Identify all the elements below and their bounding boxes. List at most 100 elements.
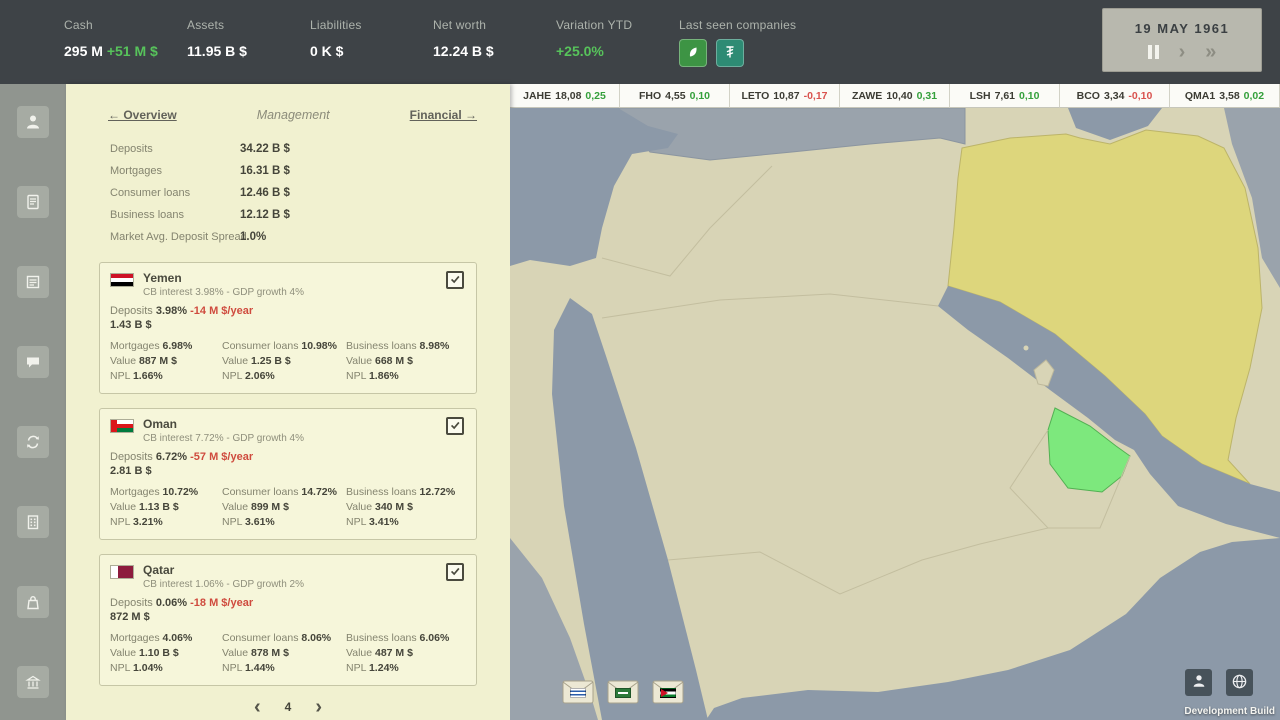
loan-rate: 10.98% [301, 340, 337, 352]
liabilities-value: 0 K $ [310, 43, 433, 59]
mail-jordan-button[interactable] [652, 680, 684, 704]
total-consumer-loans-value: 12.46 B $ [240, 187, 290, 199]
sidebar-item-central-bank[interactable] [17, 666, 49, 698]
sidebar-item-products[interactable] [17, 586, 49, 618]
dev-build-label: Development Build [1184, 706, 1275, 717]
deposit-change: -57 M $/year [190, 451, 253, 463]
deposits-label: Deposits [110, 451, 153, 463]
value-label: Value [222, 501, 248, 513]
business-loans-column: Business loans 8.98% Value 668 M $ NPL 1… [346, 339, 464, 384]
ticker-item-leto[interactable]: LETO 10,87 -0,17 [730, 84, 840, 108]
ticker-price: 7,61 [995, 90, 1015, 102]
total-consumer-loans-label: Consumer loans [110, 187, 240, 199]
deposit-total: 1.43 B $ [110, 319, 464, 331]
deposit-rate: 0.06% [156, 597, 187, 609]
loan-value: 887 M $ [139, 355, 177, 367]
fast-forward-button[interactable]: » [1205, 44, 1216, 60]
total-mortgages-label: Mortgages [110, 165, 240, 177]
value-label: Value [222, 647, 248, 659]
sidebar-item-transfers[interactable] [17, 426, 49, 458]
country-cb-line: CB interest 3.98% - GDP growth 4% [143, 287, 446, 298]
sidebar-item-reports[interactable] [17, 266, 49, 298]
check-icon [449, 565, 461, 580]
population-button[interactable] [1185, 669, 1212, 696]
loan-npl: 3.21% [133, 516, 163, 528]
qatar-flag-icon [110, 565, 134, 579]
deposit-rate: 3.98% [156, 305, 187, 317]
contract-icon [24, 193, 42, 211]
deposit-spread-value: 1.0% [240, 231, 266, 243]
company-leaf-icon [685, 44, 701, 63]
deposit-change: -14 M $/year [190, 305, 253, 317]
sidebar-item-contracts[interactable] [17, 186, 49, 218]
mail-israel-button[interactable] [562, 680, 594, 704]
sidebar-item-messages[interactable] [17, 346, 49, 378]
edit-country-button[interactable] [446, 563, 464, 581]
ticker-change: -0,17 [804, 90, 828, 102]
stat-assets: Assets 11.95 B $ [187, 18, 310, 59]
stock-ticker: JAHE 18,08 0,25 FHO 4,55 0,10 LETO 10,87… [510, 84, 1280, 108]
pagination: ‹ 4 › [66, 699, 510, 715]
map-region-bahrain[interactable] [1024, 346, 1029, 351]
play-button[interactable]: › [1179, 44, 1186, 60]
top-stats-bar: Cash 295 M +51 M $ Assets 11.95 B $ Liab… [0, 0, 1280, 84]
liabilities-label: Liabilities [310, 18, 433, 32]
value-label: Value [110, 501, 136, 513]
loan-rate: 12.72% [420, 486, 456, 498]
next-page-button[interactable]: › [315, 699, 322, 715]
loan-npl: 3.61% [245, 516, 275, 528]
ticker-price: 10,87 [773, 90, 799, 102]
loan-label: Business loans [346, 486, 417, 498]
deposit-total: 872 M $ [110, 611, 464, 623]
company-currency-logo-button[interactable] [716, 39, 744, 67]
mortgages-column: Mortgages 4.06% Value 1.10 B $ NPL 1.04% [110, 631, 222, 676]
total-business-loans-row: Business loans 12.12 B $ [110, 204, 510, 226]
npl-label: NPL [222, 516, 242, 528]
ticker-item-jahe[interactable]: JAHE 18,08 0,25 [510, 84, 620, 108]
ticker-item-lsh[interactable]: LSH 7,61 0,10 [950, 84, 1060, 108]
ticker-item-qma1[interactable]: QMA1 3,58 0,02 [1170, 84, 1280, 108]
edit-country-button[interactable] [446, 271, 464, 289]
sidebar-item-profile[interactable] [17, 106, 49, 138]
game-screen: Cash 295 M +51 M $ Assets 11.95 B $ Liab… [0, 0, 1280, 720]
ticker-symbol: LSH [970, 90, 991, 102]
loan-label: Mortgages [110, 632, 160, 644]
ticker-change: 0,31 [917, 90, 937, 102]
total-business-loans-value: 12.12 B $ [240, 209, 290, 221]
ticker-price: 4,55 [665, 90, 685, 102]
loan-value: 487 M $ [375, 647, 413, 659]
person-icon [1191, 673, 1207, 692]
stat-liabilities: Liabilities 0 K $ [310, 18, 433, 59]
nav-overview-link[interactable]: ← Overview [108, 108, 177, 122]
sidebar-item-branches[interactable] [17, 506, 49, 538]
loan-rate: 8.06% [301, 632, 331, 644]
oman-flag-icon [110, 419, 134, 433]
country-name: Oman [143, 417, 446, 431]
value-label: Value [110, 355, 136, 367]
nav-financial-link[interactable]: Financial → [410, 108, 477, 122]
ticker-change: 0,02 [1244, 90, 1264, 102]
loan-value: 1.25 B $ [251, 355, 291, 367]
npl-label: NPL [222, 370, 242, 382]
ticker-change: 0,10 [1019, 90, 1039, 102]
pause-button[interactable] [1148, 45, 1159, 59]
ticker-item-bco[interactable]: BCO 3,34 -0,10 [1060, 84, 1170, 108]
value-label: Value [346, 501, 372, 513]
edit-country-button[interactable] [446, 417, 464, 435]
world-view-button[interactable] [1226, 669, 1253, 696]
ticker-item-zawe[interactable]: ZAWE 10,40 0,31 [840, 84, 950, 108]
middle-east-map[interactable] [510, 108, 1280, 720]
country-cb-line: CB interest 7.72% - GDP growth 4% [143, 433, 446, 444]
ticker-change: -0,10 [1128, 90, 1152, 102]
assets-value: 11.95 B $ [187, 43, 310, 59]
deposit-spread-label: Market Avg. Deposit Spread [110, 231, 240, 243]
mail-saudi-arabia-button[interactable] [607, 680, 639, 704]
ticker-item-fho[interactable]: FHO 4,55 0,10 [620, 84, 730, 108]
total-business-loans-label: Business loans [110, 209, 240, 221]
prev-page-button[interactable]: ‹ [254, 699, 261, 715]
loan-rate: 6.98% [163, 340, 193, 352]
loan-npl: 1.44% [245, 662, 275, 674]
company-leaf-logo-button[interactable] [679, 39, 707, 67]
value-label: Value [346, 647, 372, 659]
mortgages-column: Mortgages 6.98% Value 887 M $ NPL 1.66% [110, 339, 222, 384]
